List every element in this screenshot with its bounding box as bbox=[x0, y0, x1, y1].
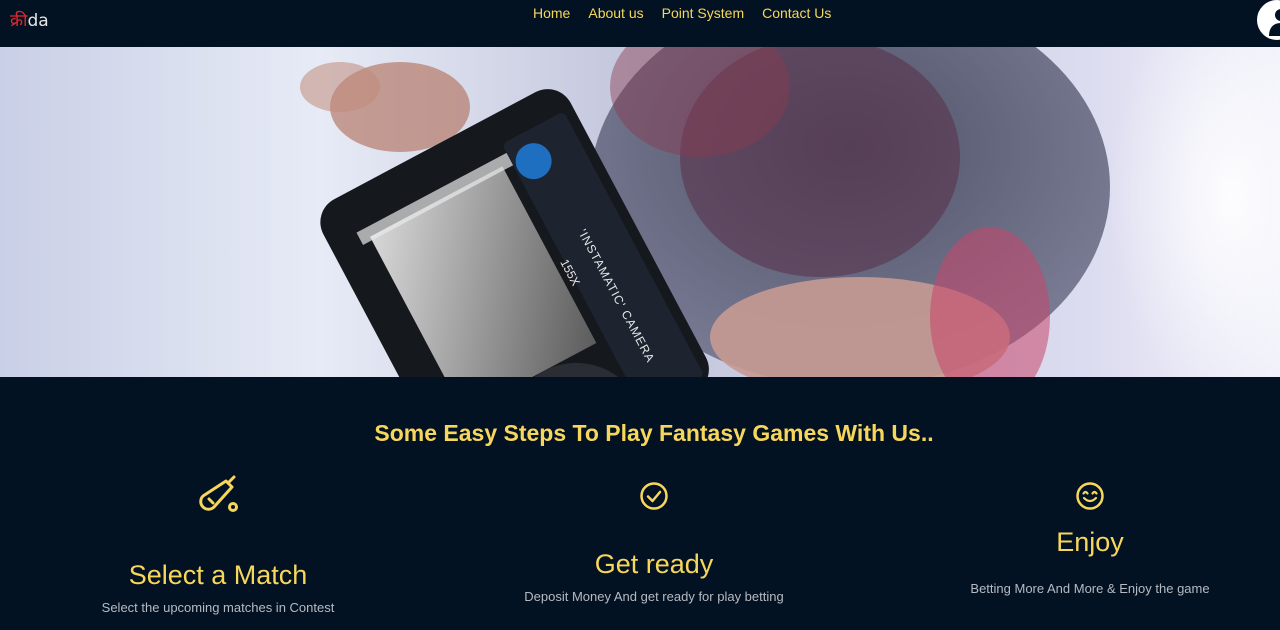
step-enjoy: Enjoy Betting More And More & Enjoy the … bbox=[950, 526, 1230, 597]
nav-home-link[interactable]: Home bbox=[524, 5, 579, 21]
nav-links: Home About us Point System Contact Us bbox=[524, 5, 840, 21]
logo-latin: da bbox=[27, 11, 49, 31]
step-title: Get ready bbox=[594, 549, 714, 579]
step-get-ready: Get ready Deposit Money And get ready fo… bbox=[504, 548, 804, 605]
smile-icon bbox=[1076, 482, 1104, 510]
top-navbar: क्रीda Home About us Point System Contac… bbox=[0, 0, 1280, 47]
steps-heading: Some Easy Steps To Play Fantasy Games Wi… bbox=[374, 420, 934, 446]
cricket-bat-ball-icon bbox=[199, 475, 238, 512]
user-avatar-button[interactable] bbox=[1257, 0, 1280, 40]
nav-about-link[interactable]: About us bbox=[579, 5, 652, 21]
step-description: Deposit Money And get ready for play bet… bbox=[524, 589, 784, 604]
logo-devanagari: क्री bbox=[10, 11, 28, 31]
step-title: Enjoy bbox=[1056, 527, 1124, 557]
nav-point-system-link[interactable]: Point System bbox=[653, 5, 753, 21]
step-description: Select the upcoming matches in Contest bbox=[101, 600, 335, 615]
step-description: Betting More And More & Enjoy the game bbox=[970, 581, 1210, 596]
user-icon bbox=[1259, 2, 1280, 38]
check-circle-icon bbox=[640, 482, 668, 510]
hero-banner-image: 155X 'INSTAMATIC' CAMERA bbox=[0, 47, 1280, 377]
nav-contact-link[interactable]: Contact Us bbox=[753, 5, 840, 21]
step-select-match: Select a Match Select the upcoming match… bbox=[90, 559, 346, 616]
steps-section: Some Easy Steps To Play Fantasy Games Wi… bbox=[0, 377, 1280, 630]
step-title: Select a Match bbox=[128, 560, 308, 590]
site-logo[interactable]: क्रीda bbox=[10, 11, 49, 31]
